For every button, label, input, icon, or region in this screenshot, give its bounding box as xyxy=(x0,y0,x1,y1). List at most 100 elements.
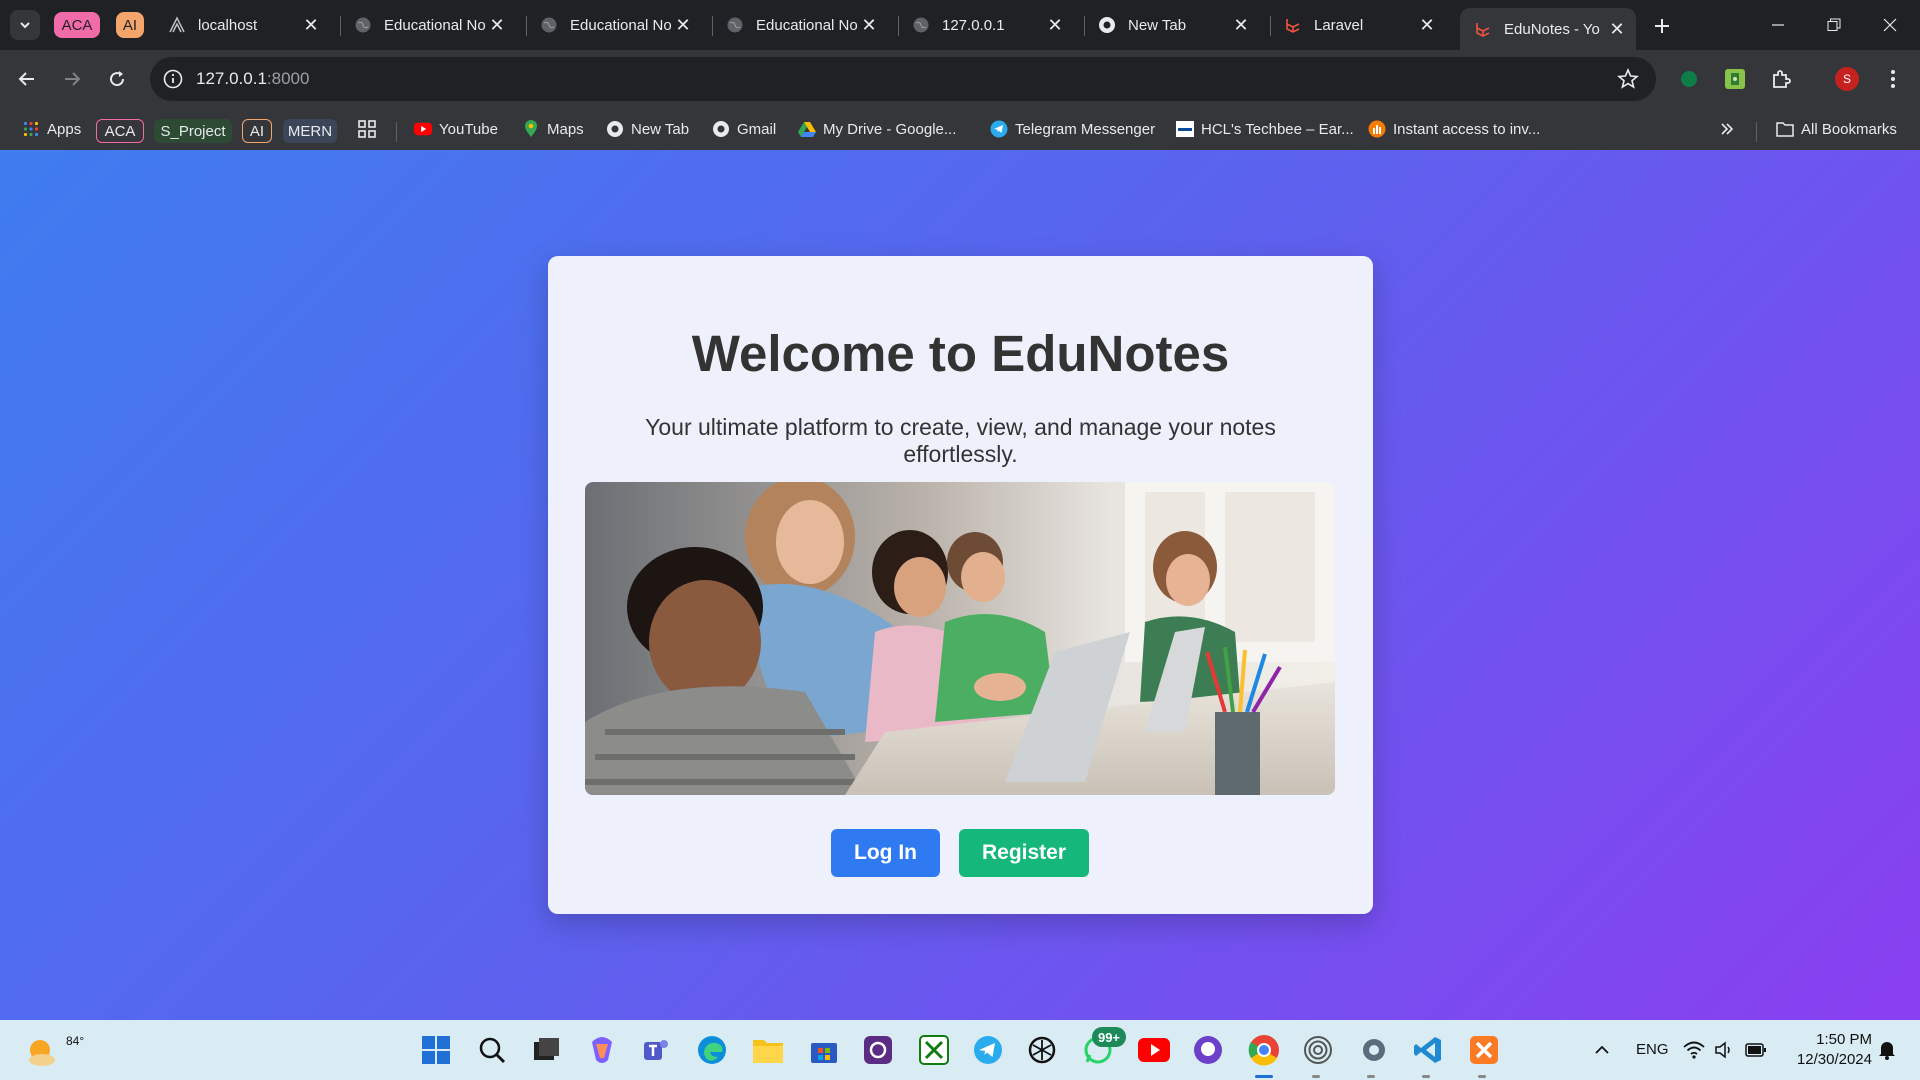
task-view-button[interactable] xyxy=(528,1032,564,1068)
youtube-icon xyxy=(414,120,432,138)
close-icon[interactable]: ✕ xyxy=(672,14,694,36)
tab-edunotes[interactable]: EduNotes - Yo ✕ xyxy=(1460,8,1636,50)
bookmark-new-tab[interactable]: New Tab xyxy=(606,116,689,142)
taskbar-xampp[interactable] xyxy=(1466,1032,1502,1068)
tab-educational-notes-3[interactable]: Educational No ✕ xyxy=(712,8,888,42)
address-bar[interactable]: 127.0.0.1:8000 xyxy=(150,57,1656,101)
volume-status[interactable] xyxy=(1710,1032,1738,1068)
new-tab-button[interactable] xyxy=(1648,12,1676,40)
language-indicator[interactable]: ENG xyxy=(1636,1041,1669,1058)
taskbar-telegram[interactable] xyxy=(970,1032,1006,1068)
weather-widget[interactable]: 84° xyxy=(24,1028,84,1070)
taskbar-edge[interactable] xyxy=(694,1032,730,1068)
tab-educational-notes-2[interactable]: Educational No ✕ xyxy=(526,8,702,42)
tab-new-tab[interactable]: New Tab ✕ xyxy=(1084,8,1260,42)
taskbar-clock[interactable]: 1:50 PM 12/30/2024 xyxy=(1782,1030,1872,1070)
taskbar-store[interactable] xyxy=(806,1032,842,1068)
bookmarks-overflow-button[interactable] xyxy=(1718,116,1743,142)
back-button[interactable] xyxy=(10,62,44,96)
tab-group-aca[interactable]: ACA xyxy=(54,12,100,38)
bookmark-label: YouTube xyxy=(439,120,498,138)
reload-button[interactable] xyxy=(100,62,134,96)
bookmark-folder-mern[interactable]: MERN xyxy=(283,119,337,143)
bookmark-hcl-techbee[interactable]: HCL's Techbee – Ear... xyxy=(1176,116,1354,142)
tab-group-ai[interactable]: AI xyxy=(116,12,144,38)
taskbar-file-explorer[interactable] xyxy=(750,1032,786,1068)
localhost-icon xyxy=(168,16,186,34)
taskbar-hotspot-app[interactable] xyxy=(1300,1032,1336,1068)
tray-overflow-button[interactable] xyxy=(1584,1032,1620,1068)
notifications-button[interactable] xyxy=(1872,1032,1902,1068)
signal-icon xyxy=(1304,1036,1332,1064)
page-title: Welcome to EduNotes xyxy=(691,325,1230,382)
page-background: Welcome to EduNotes Your ultimate platfo… xyxy=(0,150,1920,1020)
maps-icon xyxy=(522,120,540,138)
close-icon[interactable]: ✕ xyxy=(1416,14,1438,36)
close-icon[interactable]: ✕ xyxy=(300,14,322,36)
tab-localhost[interactable]: localhost ✕ xyxy=(154,8,330,42)
bookmark-folder-s-project[interactable]: S_Project xyxy=(154,119,232,143)
site-info-icon[interactable] xyxy=(162,68,184,90)
bookmark-apps[interactable]: Apps xyxy=(22,116,81,142)
forward-button[interactable] xyxy=(55,62,89,96)
battery-status[interactable] xyxy=(1742,1032,1770,1068)
globe-icon xyxy=(354,16,372,34)
close-icon[interactable]: ✕ xyxy=(1230,14,1252,36)
tab-laravel[interactable]: Laravel ✕ xyxy=(1270,8,1446,42)
sun-cloud-icon xyxy=(29,1040,55,1066)
classroom-illustration xyxy=(585,482,1335,795)
bookmarks-bar: Apps ACA S_Project AI MERN YouTube Maps … xyxy=(0,108,1920,150)
taskbar-xbox[interactable] xyxy=(916,1032,952,1068)
profile-avatar[interactable]: S xyxy=(1830,62,1864,96)
welcome-card: Welcome to EduNotes Your ultimate platfo… xyxy=(548,256,1373,914)
start-button[interactable] xyxy=(418,1032,454,1068)
bookmark-star-icon[interactable] xyxy=(1616,67,1640,91)
tab-educational-notes-1[interactable]: Educational No ✕ xyxy=(340,8,516,42)
bookmark-my-drive[interactable]: My Drive - Google... xyxy=(798,116,956,142)
extensions-button[interactable] xyxy=(1764,62,1798,96)
globe-icon xyxy=(540,16,558,34)
bookmark-maps[interactable]: Maps xyxy=(522,116,584,142)
wifi-status[interactable] xyxy=(1680,1032,1708,1068)
url-text[interactable]: 127.0.0.1:8000 xyxy=(196,69,309,89)
close-icon[interactable]: ✕ xyxy=(858,14,880,36)
bookmark-telegram[interactable]: Telegram Messenger xyxy=(990,116,1155,142)
edge-icon xyxy=(698,1036,726,1064)
close-icon[interactable]: ✕ xyxy=(1044,14,1066,36)
bookmark-tab-groups[interactable] xyxy=(358,116,383,142)
taskbar-teams[interactable] xyxy=(638,1032,674,1068)
tab-127-0-0-1[interactable]: 127.0.0.1 ✕ xyxy=(898,8,1074,42)
taskbar-vscode[interactable] xyxy=(1410,1032,1446,1068)
close-icon xyxy=(1883,18,1897,32)
browser-menu-button[interactable] xyxy=(1876,62,1910,96)
close-icon[interactable]: ✕ xyxy=(486,14,508,36)
tab-search-button[interactable] xyxy=(10,10,40,40)
search-button[interactable] xyxy=(474,1032,510,1068)
restore-button[interactable] xyxy=(1814,10,1854,40)
register-button[interactable]: Register xyxy=(959,829,1089,877)
tab-title: Educational No xyxy=(570,16,672,34)
extension-green-square[interactable] xyxy=(1718,62,1752,96)
close-window-button[interactable] xyxy=(1870,10,1910,40)
minimize-button[interactable] xyxy=(1758,10,1798,40)
arrow-left-icon xyxy=(18,72,34,86)
bookmark-youtube[interactable]: YouTube xyxy=(414,116,498,142)
all-bookmarks-button[interactable]: All Bookmarks xyxy=(1776,116,1897,142)
close-icon[interactable]: ✕ xyxy=(1606,18,1628,40)
taskbar-photo-app[interactable] xyxy=(860,1032,896,1068)
bookmark-folder-ai[interactable]: AI xyxy=(242,119,272,143)
taskbar-settings[interactable] xyxy=(1356,1032,1392,1068)
login-button[interactable]: Log In xyxy=(831,829,940,877)
url-port: :8000 xyxy=(266,69,310,88)
taskbar-github[interactable] xyxy=(1190,1032,1226,1068)
taskbar-chrome[interactable] xyxy=(1246,1032,1282,1068)
taskbar-chatgpt[interactable] xyxy=(1024,1032,1060,1068)
extension-green-dot[interactable] xyxy=(1672,62,1706,96)
bookmark-instant-access[interactable]: Instant access to inv... xyxy=(1368,116,1540,142)
bookmark-folder-aca[interactable]: ACA xyxy=(96,119,144,143)
taskbar-youtube[interactable] xyxy=(1136,1032,1172,1068)
apps-grid-icon xyxy=(22,120,40,138)
bookmark-gmail[interactable]: Gmail xyxy=(712,116,776,142)
tab-title: EduNotes - Yo xyxy=(1504,20,1600,38)
taskbar-copilot[interactable] xyxy=(584,1032,620,1068)
